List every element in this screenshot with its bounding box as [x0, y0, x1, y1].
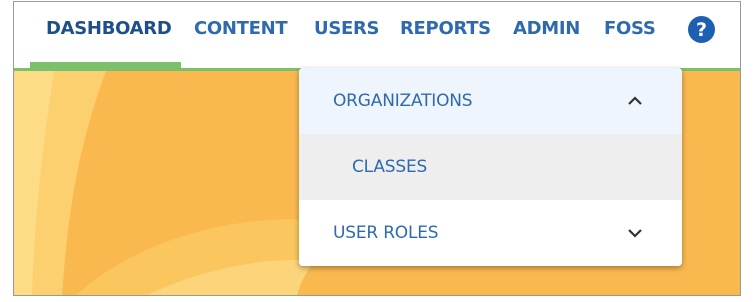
nav-users[interactable]: USERS	[314, 18, 380, 39]
nav-content[interactable]: CONTENT	[194, 18, 288, 39]
chevron-down-icon	[628, 229, 642, 238]
active-tab-indicator	[30, 62, 181, 70]
nav-foss[interactable]: FOSS	[604, 18, 656, 39]
dropdown-item-user-roles[interactable]: USER ROLES	[299, 200, 682, 266]
top-navbar: DASHBOARD CONTENT USERS REPORTS ADMIN FO…	[14, 2, 740, 71]
dropdown-item-organizations[interactable]: ORGANIZATIONS	[299, 68, 682, 134]
dropdown-item-classes[interactable]: CLASSES	[299, 134, 682, 200]
nav-dashboard[interactable]: DASHBOARD	[46, 18, 172, 39]
chevron-up-icon	[628, 96, 642, 105]
app-window: DASHBOARD CONTENT USERS REPORTS ADMIN FO…	[13, 1, 741, 296]
dropdown-item-label: USER ROLES	[333, 223, 439, 243]
help-icon[interactable]: ?	[688, 16, 715, 43]
nav-admin[interactable]: ADMIN	[513, 18, 580, 39]
dropdown-item-label: ORGANIZATIONS	[333, 91, 473, 111]
admin-dropdown-menu: ORGANIZATIONS CLASSES USER ROLES	[299, 68, 682, 266]
nav-reports[interactable]: REPORTS	[400, 18, 491, 39]
dropdown-item-label: CLASSES	[352, 157, 428, 177]
